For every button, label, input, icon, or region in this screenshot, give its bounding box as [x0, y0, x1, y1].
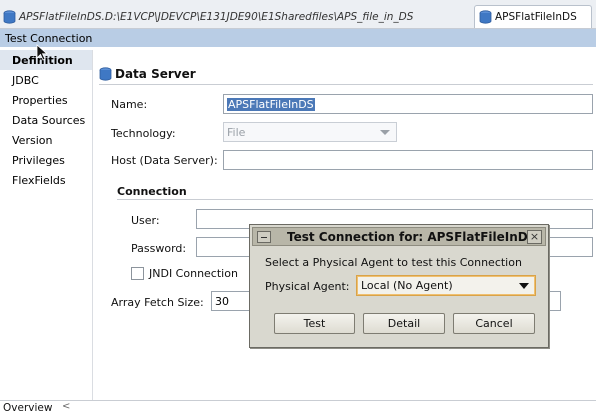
- tab-file-path[interactable]: APSFlatFileInDS.D:\E1VCP\JDEVCP\E131JDE9…: [0, 6, 468, 28]
- host-label: Host (Data Server):: [111, 154, 218, 167]
- sidebar-divider: [92, 50, 93, 400]
- tab-file-path-label: APSFlatFileInDS.D:\E1VCP\JDEVCP\E131JDE9…: [19, 11, 414, 23]
- data-server-icon: [3, 10, 16, 24]
- sidebar-item-label: FlexFields: [12, 173, 66, 187]
- data-server-icon: [479, 10, 492, 24]
- name-field-value: APSFlatFileInDS: [227, 97, 315, 111]
- cancel-button-label: Cancel: [475, 317, 513, 330]
- data-server-icon: [99, 67, 112, 81]
- test-connection-dialog: Test Connection for: APSFlatFileInDS × S…: [249, 224, 549, 348]
- sidebar-item-label: JDBC: [12, 73, 39, 87]
- mouse-cursor-icon: [36, 44, 49, 61]
- section-title-text: Data Server: [115, 67, 196, 81]
- technology-label: Technology:: [111, 127, 176, 140]
- array-fetch-size-label: Array Fetch Size:: [111, 296, 204, 309]
- name-field[interactable]: APSFlatFileInDS: [223, 94, 593, 114]
- connection-section-title: Connection: [117, 185, 187, 198]
- connection-divider: [117, 199, 593, 200]
- sidebar-item-version[interactable]: Version: [0, 130, 92, 150]
- sidebar-item-data-sources[interactable]: Data Sources: [0, 110, 92, 130]
- definition-sidebar: Definition JDBC Properties Data Sources …: [0, 50, 92, 400]
- jndi-connection-checkbox[interactable]: [131, 267, 144, 280]
- close-icon[interactable]: ×: [527, 230, 542, 244]
- name-label: Name:: [111, 98, 148, 111]
- array-fetch-size-value: 30: [215, 294, 229, 308]
- editor-bottom-bar: Overview <: [0, 400, 596, 413]
- user-label: User:: [131, 214, 160, 227]
- test-connection-label: Test Connection: [5, 31, 93, 45]
- physical-agent-label: Physical Agent:: [265, 280, 350, 293]
- detail-button[interactable]: Detail: [363, 313, 445, 334]
- sidebar-item-jdbc[interactable]: JDBC: [0, 70, 92, 90]
- sidebar-item-label: Properties: [12, 93, 68, 107]
- cancel-button[interactable]: Cancel: [453, 313, 535, 334]
- tab-active-label: APSFlatFileInDS: [495, 11, 577, 23]
- sidebar-item-label: Version: [12, 133, 53, 147]
- chevron-down-icon: [519, 283, 529, 289]
- host-field[interactable]: [223, 150, 593, 170]
- detail-button-label: Detail: [387, 317, 421, 330]
- test-connection-button[interactable]: Test Connection: [0, 29, 596, 47]
- dialog-prompt: Select a Physical Agent to test this Con…: [265, 256, 522, 269]
- technology-select[interactable]: File: [223, 122, 397, 142]
- editor-tab-strip: APSFlatFileInDS.D:\E1VCP\JDEVCP\E131JDE9…: [0, 0, 596, 29]
- sidebar-item-privileges[interactable]: Privileges: [0, 150, 92, 170]
- physical-agent-select[interactable]: Local (No Agent): [356, 275, 536, 296]
- chevron-left-icon[interactable]: <: [62, 401, 70, 412]
- data-server-section-title: Data Server: [99, 67, 196, 81]
- jndi-connection-label: JNDI Connection: [149, 267, 238, 280]
- odi-topology-editor: APSFlatFileInDS.D:\E1VCP\JDEVCP\E131JDE9…: [0, 0, 596, 413]
- sidebar-item-flexfields[interactable]: FlexFields: [0, 170, 92, 190]
- section-divider: [99, 84, 593, 85]
- password-label: Password:: [131, 242, 187, 255]
- sidebar-item-label: Data Sources: [12, 113, 86, 127]
- technology-value: File: [227, 125, 246, 139]
- dialog-title-bar[interactable]: Test Connection for: APSFlatFileInDS ×: [252, 227, 546, 246]
- overview-tab[interactable]: Overview: [3, 402, 52, 413]
- dialog-title: Test Connection for: APSFlatFileInDS: [287, 230, 537, 244]
- test-button[interactable]: Test: [274, 313, 355, 334]
- sidebar-item-label: Privileges: [12, 153, 65, 167]
- sidebar-item-properties[interactable]: Properties: [0, 90, 92, 110]
- minimize-icon[interactable]: [257, 231, 271, 243]
- chevron-down-icon: [380, 130, 390, 135]
- tab-active-data-server[interactable]: APSFlatFileInDS: [474, 5, 592, 28]
- physical-agent-value: Local (No Agent): [361, 279, 453, 292]
- test-button-label: Test: [303, 317, 326, 330]
